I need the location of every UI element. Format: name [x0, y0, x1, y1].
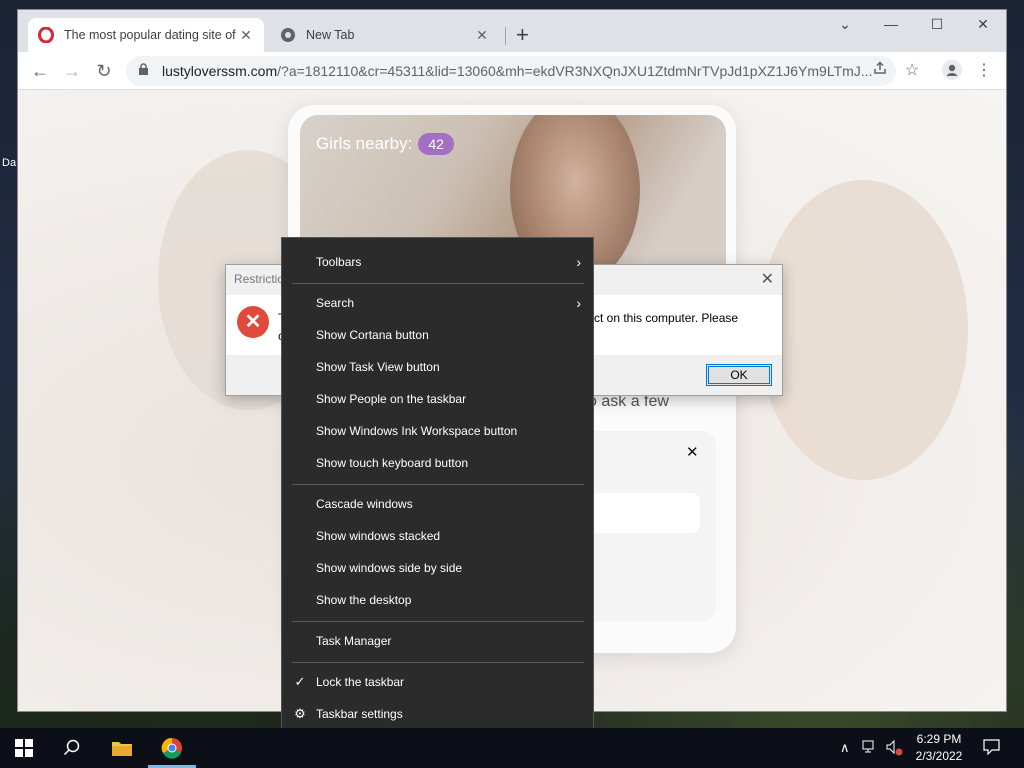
tab-dating-site[interactable]: The most popular dating site of t ✕: [28, 18, 264, 52]
folder-icon: [112, 742, 132, 756]
question-close-icon[interactable]: ✕: [686, 443, 699, 461]
share-icon[interactable]: [869, 60, 891, 81]
more-menu-icon[interactable]: ⋮: [973, 60, 995, 82]
menu-item-label: Task Manager: [316, 634, 392, 648]
tab-title: New Tab: [306, 28, 355, 42]
forward-button[interactable]: →: [61, 60, 83, 82]
chevron-right-icon: ›: [576, 254, 581, 270]
menu-item-label: Search: [316, 296, 355, 310]
chrome-icon: [161, 737, 182, 759]
tab-new-tab[interactable]: New Tab ✕: [270, 18, 500, 52]
tab-bar: The most popular dating site of t ✕ New …: [18, 10, 1006, 52]
menu-item-search[interactable]: Search ›: [282, 288, 593, 318]
girls-nearby: Girls nearby: 42: [316, 133, 454, 155]
menu-item-label: Toolbars: [316, 255, 362, 269]
menu-item-label: Show touch keyboard button: [316, 456, 469, 470]
menu-item-toolbars[interactable]: Toolbars ›: [282, 247, 593, 277]
checkmark-icon: ✓: [294, 674, 306, 689]
minimize-button[interactable]: —: [876, 16, 906, 32]
file-explorer-button[interactable]: [98, 728, 146, 768]
opera-icon: [38, 27, 54, 43]
desktop-icon-label[interactable]: Da: [2, 157, 16, 169]
menu-item-taskbar-settings[interactable]: ⚙ Taskbar settings: [282, 699, 593, 729]
menu-item-label: Taskbar settings: [316, 707, 403, 721]
error-icon: ✕: [237, 306, 269, 338]
gear-icon: ⚙: [294, 706, 306, 721]
menu-separator: [292, 662, 584, 663]
tab-separator: [505, 27, 506, 45]
address-bar[interactable]: lustyloverssm.com/?a=1812110&cr=45311&li…: [126, 56, 896, 86]
menu-item-show-people[interactable]: Show People on the taskbar: [282, 384, 593, 414]
show-hidden-icons-chevron-up-icon[interactable]: ∧: [840, 740, 850, 756]
system-clock[interactable]: 6:29 PM 2/3/2022: [908, 731, 970, 765]
dialog-title: Restrictio: [234, 272, 285, 286]
menu-item-show-desktop[interactable]: Show the desktop: [282, 585, 593, 615]
search-button[interactable]: [48, 728, 96, 768]
search-icon: [63, 739, 80, 756]
menu-item-windows-stacked[interactable]: Show windows stacked: [282, 521, 593, 551]
windows-logo-icon: [15, 739, 33, 757]
menu-item-show-touch-keyboard[interactable]: Show touch keyboard button: [282, 448, 593, 478]
tab-search-icon[interactable]: ⌄: [830, 16, 860, 33]
dialog-close-icon[interactable]: ✕: [761, 269, 774, 289]
maximize-button[interactable]: ☐: [922, 16, 952, 33]
dialog-message: ct on this computer. Please: [594, 311, 739, 325]
menu-item-windows-side-by-side[interactable]: Show windows side by side: [282, 553, 593, 583]
menu-item-cascade-windows[interactable]: Cascade windows: [282, 489, 593, 519]
girls-nearby-label: Girls nearby:: [316, 134, 413, 153]
menu-item-label: Show the desktop: [316, 593, 412, 607]
new-tab-button[interactable]: +: [516, 24, 529, 46]
taskbar-context-menu: Toolbars › Search › Show Cortana button …: [281, 237, 594, 739]
volume-muted-icon[interactable]: [886, 739, 904, 759]
url-text: lustyloverssm.com/?a=1812110&cr=45311&li…: [162, 63, 896, 79]
taskbar[interactable]: ∧ 6:29 PM 2/3/2022: [0, 728, 1024, 768]
menu-item-task-manager[interactable]: Task Manager: [282, 626, 593, 656]
menu-item-show-ink-workspace[interactable]: Show Windows Ink Workspace button: [282, 416, 593, 446]
menu-separator: [292, 621, 584, 622]
bookmark-star-icon[interactable]: ☆: [901, 60, 923, 82]
background-image: [758, 180, 968, 480]
chevron-right-icon: ›: [576, 295, 581, 311]
menu-item-label: Lock the taskbar: [316, 675, 405, 689]
ok-button[interactable]: OK: [706, 364, 772, 386]
tab-close-icon[interactable]: ✕: [474, 27, 490, 44]
start-button[interactable]: [0, 728, 48, 768]
url-host: lustyloverssm.com: [162, 63, 278, 79]
action-center-icon[interactable]: [983, 739, 1000, 758]
tab-title: The most popular dating site of t: [64, 28, 238, 42]
menu-separator: [292, 283, 584, 284]
menu-item-label: Show Windows Ink Workspace button: [316, 424, 518, 438]
menu-item-label: Show windows side by side: [316, 561, 463, 575]
menu-item-label: Show Cortana button: [316, 328, 429, 342]
clock-time: 6:29 PM: [916, 732, 962, 746]
url-path: /?a=1812110&cr=45311&lid=13060&mh=ekdVR3…: [277, 63, 873, 79]
menu-item-label: Show People on the taskbar: [316, 392, 467, 406]
tab-close-icon[interactable]: ✕: [238, 27, 254, 44]
menu-separator: [292, 484, 584, 485]
chrome-taskbar-button[interactable]: [148, 728, 196, 768]
reload-button[interactable]: ↻: [93, 60, 115, 82]
browser-toolbar: ← → ↻ lustyloverssm.com/?a=1812110&cr=45…: [18, 52, 1006, 90]
chrome-icon: [281, 28, 295, 42]
menu-item-show-task-view[interactable]: Show Task View button: [282, 352, 593, 382]
menu-item-lock-taskbar[interactable]: ✓ Lock the taskbar: [282, 667, 593, 697]
menu-item-label: Show Task View button: [316, 360, 440, 374]
network-icon[interactable]: [862, 740, 880, 757]
menu-item-show-cortana[interactable]: Show Cortana button: [282, 320, 593, 350]
girls-nearby-count-badge: 42: [418, 133, 454, 155]
profile-avatar-icon[interactable]: [941, 60, 963, 82]
close-window-button[interactable]: ✕: [968, 16, 998, 33]
back-button[interactable]: ←: [29, 60, 51, 82]
clock-date: 2/3/2022: [915, 749, 963, 763]
lock-icon[interactable]: [138, 63, 150, 79]
menu-item-label: Cascade windows: [316, 497, 413, 511]
menu-item-label: Show windows stacked: [316, 529, 441, 543]
